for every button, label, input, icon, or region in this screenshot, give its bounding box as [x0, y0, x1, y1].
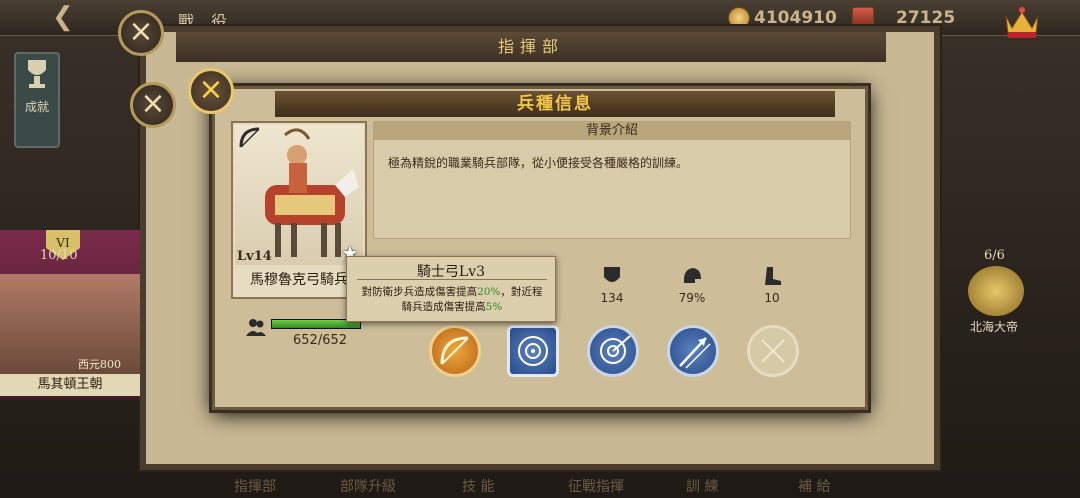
tooltip-pct-1: 20%: [477, 286, 501, 298]
modal-title: 兵種信息: [275, 91, 835, 117]
nav-command[interactable]: 指揮部: [234, 476, 276, 496]
locked-crossed-swords-icon: [761, 339, 785, 363]
back-arrow-icon[interactable]: ❮: [52, 2, 74, 32]
bow-class-icon: [239, 127, 260, 148]
unit-level: Lv14: [237, 249, 272, 264]
tooltip-pct-2: 5%: [485, 301, 503, 313]
bullseye-icon: [600, 335, 631, 364]
gem-amount: 27125: [896, 8, 956, 28]
tooltip-title: 騎士弓Lv3: [416, 264, 486, 280]
skill-target-rush[interactable]: [507, 325, 559, 377]
target-icon: [518, 336, 548, 366]
trophy-icon: [28, 60, 46, 88]
achievement-button[interactable]: 成就: [14, 52, 60, 148]
hp-text: 652/652: [293, 333, 348, 348]
command-panel-title: 指揮部: [176, 32, 886, 62]
close-button-panel[interactable]: ×: [130, 82, 176, 128]
stat-armor: 79%: [667, 265, 717, 305]
tooltip-text: 對防衛步兵造成傷害提高20%，對近程 騎兵造成傷害提高5%: [353, 285, 551, 315]
skill-arrow-volley[interactable]: [667, 325, 719, 377]
stat-speed-value: 10: [764, 291, 780, 305]
tooltip-text-part: ，對近程: [500, 286, 543, 298]
skill-knight-bow[interactable]: [429, 325, 481, 377]
nav-supply[interactable]: 補 給: [798, 476, 830, 496]
achievement-label: 成就: [24, 100, 49, 114]
boot-icon: [765, 267, 781, 285]
left-faction-card[interactable]: VI 10/10 西元800 馬其頓王朝: [0, 230, 140, 400]
stat-speed: 10: [747, 265, 797, 305]
tooltip-text-part: 騎兵造成傷害提高: [401, 301, 486, 313]
crown-icon[interactable]: [1002, 4, 1042, 40]
nav-campaign[interactable]: 征戰指揮: [568, 476, 624, 496]
tooltip-divider: [357, 279, 547, 280]
troops-icon: [246, 319, 266, 336]
crossed-bow-icon: [440, 336, 469, 365]
faction-era: 西元800: [78, 358, 121, 371]
bottom-nav: 指揮部 部隊升級 技 能 征戰指揮 訓 練 補 給: [140, 470, 940, 498]
background-text: 極為精銳的職業騎兵部隊，從小便接受各種嚴格的訓練。: [388, 156, 689, 170]
nav-training[interactable]: 訓 練: [686, 476, 718, 496]
stat-armor-value: 79%: [678, 291, 706, 305]
shield-icon: [604, 267, 620, 282]
close-button-back[interactable]: ×: [118, 10, 164, 56]
nav-upgrade[interactable]: 部隊升級: [340, 476, 396, 496]
stat-defense: 134: [587, 265, 637, 305]
gold-amount: 4104910: [754, 8, 837, 28]
nav-skills[interactable]: 技 能: [462, 476, 494, 496]
arrows-icon: [679, 337, 711, 369]
faction-name: 馬其頓王朝: [0, 374, 140, 396]
skill-locked[interactable]: [747, 325, 799, 377]
tooltip-text-part: 對防衛步兵造成傷害提高: [361, 286, 478, 298]
right-faction-name: 北海大帝: [970, 320, 1019, 334]
left-count: 10/10: [40, 248, 78, 263]
unit-info-modal: 兵種信息 Lv14 ★ 馬穆魯克弓騎兵 652/652 背景介紹 極為精銳的職業…: [212, 86, 868, 410]
close-modal-button[interactable]: ×: [188, 68, 234, 114]
laurel-medal-icon: [968, 266, 1024, 316]
helmet-icon: [683, 268, 701, 283]
stat-defense-value: 134: [600, 291, 624, 305]
right-faction-card[interactable]: 6/6 北海大帝: [940, 240, 1080, 334]
right-count: 6/6: [984, 248, 1005, 263]
skill-tooltip: 騎士弓Lv3 對防衛步兵造成傷害提高20%，對近程 騎兵造成傷害提高5%: [346, 256, 556, 322]
background-header: 背景介紹: [374, 122, 850, 140]
background-section: 背景介紹 極為精銳的職業騎兵部隊，從小便接受各種嚴格的訓練。: [373, 121, 851, 239]
skill-bullseye[interactable]: [587, 325, 639, 377]
